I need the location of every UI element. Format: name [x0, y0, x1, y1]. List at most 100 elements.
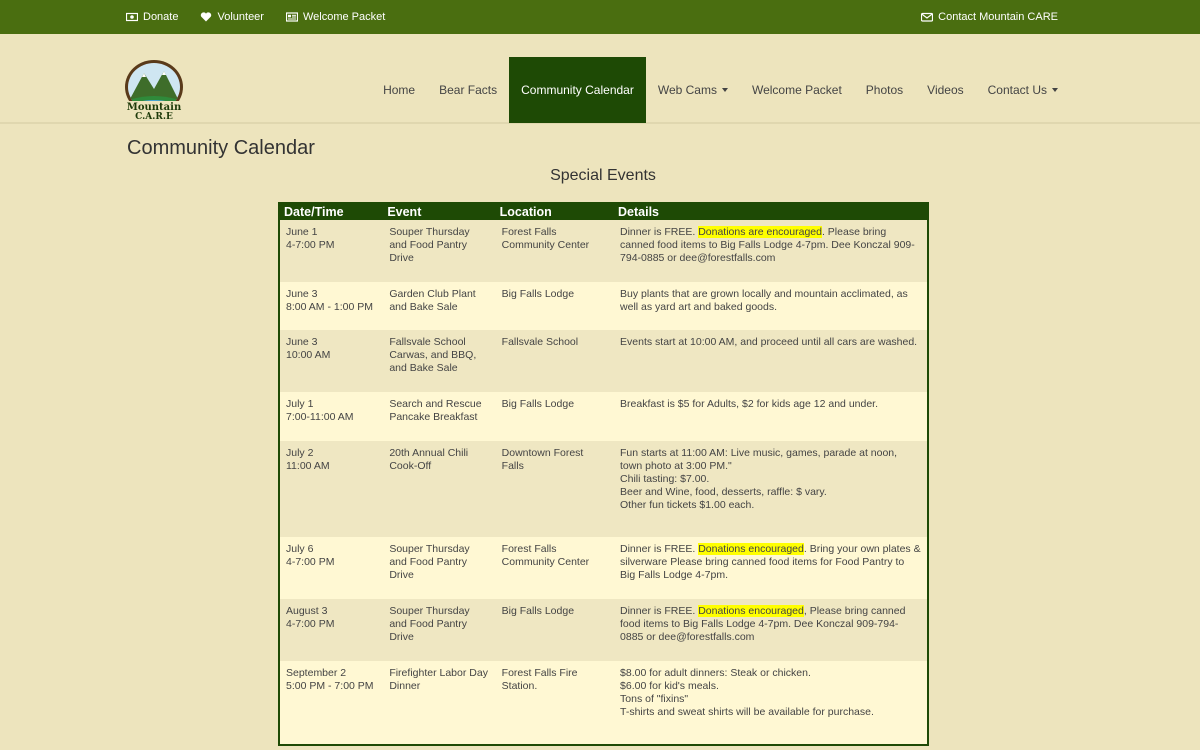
- cell-details: Fun starts at 11:00 AM: Live music, game…: [614, 441, 928, 537]
- cell-details: Dinner is FREE. Donations encouraged, Pl…: [614, 599, 928, 661]
- cell-details: $8.00 for adult dinners: Steak or chicke…: [614, 661, 928, 745]
- date-text: August 3: [286, 605, 328, 617]
- contact-label: Contact Mountain CARE: [938, 11, 1058, 23]
- details-highlight: Donations encouraged: [698, 605, 804, 617]
- cell-event: Firefighter Labor Day Dinner: [383, 661, 496, 745]
- cell-location: Big Falls Lodge: [495, 392, 615, 441]
- cell-event: 20th Annual Chili Cook-Off: [383, 441, 496, 537]
- volunteer-label: Volunteer: [217, 11, 264, 23]
- time-text: 4-7:00 PM: [286, 239, 335, 251]
- date-text: July 1: [286, 398, 314, 410]
- table-row: July 1 7:00-11:00 AM Search and Rescue Pa…: [279, 392, 928, 441]
- caret-down-icon: [721, 88, 728, 92]
- header-event: Event: [383, 203, 496, 220]
- cell-date-time: June 3 8:00 AM - 1:00 PM: [279, 282, 384, 330]
- cell-event: Souper Thursday and Food Pantry Drive: [383, 220, 496, 282]
- table-row: August 3 4-7:00 PM Souper Thursday and Fo…: [279, 599, 928, 661]
- cell-event: Search and Rescue Pancake Breakfast: [383, 392, 496, 441]
- date-text: June 1: [286, 226, 318, 238]
- cell-event: Garden Club Plant and Bake Sale: [383, 282, 496, 330]
- top-utility-bar: Donate Volunteer Welcome Packet Contact …: [0, 0, 1200, 34]
- details-highlight: Donations encouraged: [698, 543, 804, 555]
- table-header-row: Date/Time Event Location Details: [279, 203, 928, 220]
- cell-date-time: July 6 4-7:00 PM: [279, 537, 384, 599]
- details-text: Dinner is FREE.: [620, 605, 699, 617]
- header-location: Location: [495, 203, 615, 220]
- cell-location: Forest Falls Fire Station.: [495, 661, 615, 745]
- details-line: $6.00 for kid's meals.: [620, 680, 719, 692]
- contact-link[interactable]: Contact Mountain CARE: [921, 11, 1058, 23]
- date-text: June 3: [286, 288, 318, 300]
- time-text: 7:00-11:00 AM: [286, 411, 354, 423]
- cell-event: Fallsvale School Carwas, and BBQ, and Ba…: [383, 330, 496, 392]
- table-row: June 3 8:00 AM - 1:00 PM Garden Club Plan…: [279, 282, 928, 330]
- donate-label: Donate: [143, 11, 179, 23]
- cell-details: Buy plants that are grown locally and mo…: [614, 282, 928, 330]
- logo-image: Mountain C.A.R.E: [125, 60, 183, 122]
- caret-down-icon: [1052, 88, 1058, 92]
- cell-location: Big Falls Lodge: [495, 599, 615, 661]
- cell-details: Dinner is FREE. Donations are encouraged…: [614, 220, 928, 282]
- nav-photos[interactable]: Photos: [854, 57, 915, 123]
- newspaper-icon: [285, 11, 299, 23]
- table-row: July 6 4-7:00 PM Souper Thursday and Food…: [279, 537, 928, 599]
- details-line: $8.00 for adult dinners: Steak or chicke…: [620, 667, 811, 679]
- welcome-packet-top-link[interactable]: Welcome Packet: [285, 11, 385, 23]
- site-logo[interactable]: Mountain C.A.R.E: [124, 59, 184, 122]
- top-links: Donate Volunteer Welcome Packet: [125, 11, 385, 23]
- cell-date-time: September 2 5:00 PM - 7:00 PM: [279, 661, 384, 745]
- details-line: Tons of "fixins": [620, 693, 689, 705]
- nav-home[interactable]: Home: [371, 57, 427, 123]
- page-title: Community Calendar: [127, 137, 315, 159]
- nav-contact-us[interactable]: Contact Us: [976, 57, 1070, 123]
- heart-icon: [200, 11, 212, 23]
- time-text: 4-7:00 PM: [286, 556, 335, 568]
- section-subtitle: Special Events: [550, 167, 656, 184]
- table-row: July 2 11:00 AM 20th Annual Chili Cook-Of…: [279, 441, 928, 537]
- date-text: June 3: [286, 336, 318, 348]
- cell-date-time: June 1 4-7:00 PM: [279, 220, 384, 282]
- cell-details: Events start at 10:00 AM, and proceed un…: [614, 330, 928, 392]
- table-row: June 1 4-7:00 PM Souper Thursday and Food…: [279, 220, 928, 282]
- date-text: July 2: [286, 447, 314, 459]
- details-line: Beer and Wine, food, desserts, raffle: $…: [620, 486, 827, 498]
- details-line: T-shirts and sweat shirts will be availa…: [620, 706, 874, 718]
- money-icon: [125, 11, 139, 23]
- details-line: Chili tasting: $7.00.: [620, 473, 710, 485]
- nav-welcome-packet[interactable]: Welcome Packet: [740, 57, 854, 123]
- details-line: Fun starts at 11:00 AM: Live music, game…: [620, 447, 898, 472]
- donate-link[interactable]: Donate: [125, 11, 179, 23]
- details-highlight: Donations are encouraged: [698, 226, 822, 238]
- volunteer-link[interactable]: Volunteer: [200, 11, 264, 23]
- cell-details: Breakfast is $5 for Adults, $2 for kids …: [614, 392, 928, 441]
- main-navbar: Mountain C.A.R.E Home Bear Facts Communi…: [0, 34, 1200, 124]
- cell-date-time: July 1 7:00-11:00 AM: [279, 392, 384, 441]
- table-row: September 2 5:00 PM - 7:00 PM Firefighter…: [279, 661, 928, 745]
- envelope-icon: [921, 11, 934, 23]
- cell-location: Downtown Forest Falls: [495, 441, 615, 537]
- nav-videos[interactable]: Videos: [915, 57, 975, 123]
- header-date-time: Date/Time: [279, 203, 384, 220]
- cell-date-time: August 3 4-7:00 PM: [279, 599, 384, 661]
- events-table: Date/Time Event Location Details June 14…: [278, 202, 929, 746]
- nav-web-cams-label: Web Cams: [657, 83, 717, 97]
- logo-text-line2: C.A.R.E: [135, 112, 173, 121]
- cell-location: Forest Falls Community Center: [495, 537, 615, 599]
- details-line: Other fun tickets $1.00 each.: [620, 499, 755, 511]
- nav-community-calendar[interactable]: Community Calendar: [509, 57, 646, 123]
- time-text: 4-7:00 PM: [286, 618, 335, 630]
- cell-details: Dinner is FREE. Donations encouraged. Br…: [614, 537, 928, 599]
- cell-event: Souper Thursday and Food Pantry Drive: [383, 599, 496, 661]
- nav-bear-facts[interactable]: Bear Facts: [427, 57, 509, 123]
- time-text: 8:00 AM - 1:00 PM: [286, 301, 373, 313]
- details-text: Dinner is FREE.: [620, 543, 699, 555]
- nav-web-cams[interactable]: Web Cams: [646, 57, 740, 123]
- cell-location: Forest Falls Community Center: [495, 220, 615, 282]
- date-text: September 2: [286, 667, 347, 679]
- details-text: Dinner is FREE.: [620, 226, 699, 238]
- time-text: 11:00 AM: [286, 460, 330, 472]
- header-details: Details: [614, 203, 928, 220]
- time-text: 5:00 PM - 7:00 PM: [286, 680, 374, 692]
- time-text: 10:00 AM: [286, 349, 331, 361]
- primary-nav: Home Bear Facts Community Calendar Web C…: [371, 57, 1070, 123]
